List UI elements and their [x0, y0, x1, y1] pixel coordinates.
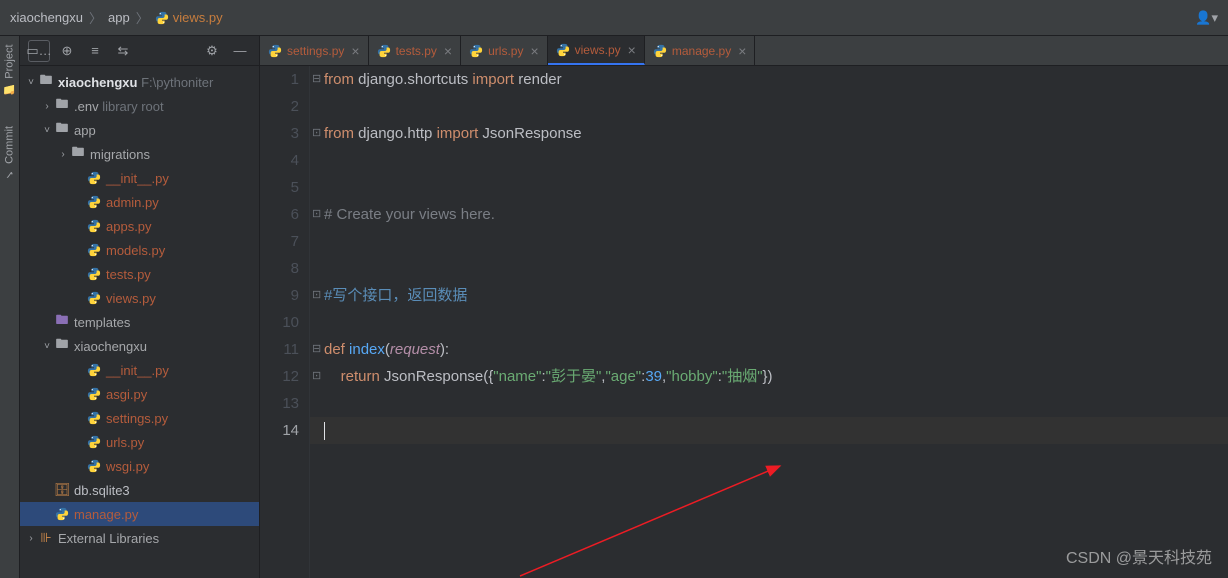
tree-item[interactable]: __init__.py: [20, 358, 259, 382]
editor-tab[interactable]: settings.py×: [260, 36, 369, 65]
python-icon: [155, 11, 169, 25]
code-line[interactable]: ⊟def index(request):: [310, 336, 1228, 363]
tree-item[interactable]: models.py: [20, 238, 259, 262]
tree-item[interactable]: manage.py: [20, 502, 259, 526]
project-tab[interactable]: 📁Project: [3, 44, 16, 96]
tree-item[interactable]: ˅🖿app: [20, 118, 259, 142]
editor-tabs[interactable]: settings.py×tests.py×urls.py×views.py×ma…: [260, 36, 1228, 66]
close-icon[interactable]: ×: [530, 43, 538, 59]
user-menu-icon[interactable]: 👤▾: [1195, 10, 1218, 26]
tree-item[interactable]: admin.py: [20, 190, 259, 214]
expand-all-icon[interactable]: ≡: [84, 40, 106, 62]
code-editor[interactable]: 1234567891011121314 ⊟from django.shortcu…: [260, 66, 1228, 578]
code-line[interactable]: ⊡# Create your views here.: [310, 201, 1228, 228]
tree-item[interactable]: ›🖿migrations: [20, 142, 259, 166]
line-gutter: 1234567891011121314: [260, 66, 310, 578]
tree-item[interactable]: 🗄db.sqlite3: [20, 478, 259, 502]
editor-tab[interactable]: views.py×: [548, 36, 645, 65]
code-line[interactable]: [310, 417, 1228, 444]
tool-window-bar: 📁Project ✓Commit: [0, 36, 20, 578]
editor-tab[interactable]: tests.py×: [369, 36, 462, 65]
editor-tab[interactable]: urls.py×: [461, 36, 548, 65]
breadcrumb[interactable]: xiaochengxu 〉 app 〉 views.py: [10, 8, 223, 27]
tree-item[interactable]: apps.py: [20, 214, 259, 238]
select-opened-file-icon[interactable]: ⊕: [56, 40, 78, 62]
tree-item[interactable]: views.py: [20, 286, 259, 310]
breadcrumb-file[interactable]: views.py: [155, 10, 223, 25]
code-line[interactable]: ⊡#写个接口，返回数据: [310, 282, 1228, 309]
tree-item[interactable]: ˅🖿xiaochengxu F:\pythoniter: [20, 70, 259, 94]
close-icon[interactable]: ×: [628, 42, 636, 58]
chevron-right-icon: 〉: [89, 8, 102, 27]
code-line[interactable]: ⊡ return JsonResponse({"name":"彭于晏","age…: [310, 363, 1228, 390]
project-view-button[interactable]: ▭…: [28, 40, 50, 62]
project-toolbar: ▭… ⊕ ≡ ⇆ ⚙ —: [20, 36, 259, 66]
code-line[interactable]: ⊡from django.http import JsonResponse: [310, 120, 1228, 147]
tree-item[interactable]: ˅🖿xiaochengxu: [20, 334, 259, 358]
code-line[interactable]: [310, 309, 1228, 336]
tree-item[interactable]: 🖿templates: [20, 310, 259, 334]
chevron-right-icon: 〉: [136, 8, 149, 27]
tree-item[interactable]: urls.py: [20, 430, 259, 454]
code-line[interactable]: [310, 228, 1228, 255]
code-line[interactable]: ⊟from django.shortcuts import render: [310, 66, 1228, 93]
tree-item[interactable]: ›🖿.env library root: [20, 94, 259, 118]
editor-area: settings.py×tests.py×urls.py×views.py×ma…: [260, 36, 1228, 578]
project-tree[interactable]: ˅🖿xiaochengxu F:\pythoniter›🖿.env librar…: [20, 66, 259, 578]
close-icon[interactable]: ×: [444, 43, 452, 59]
tree-item[interactable]: wsgi.py: [20, 454, 259, 478]
project-panel: ▭… ⊕ ≡ ⇆ ⚙ — ˅🖿xiaochengxu F:\pythoniter…: [20, 36, 260, 578]
code-line[interactable]: [310, 255, 1228, 282]
tree-item[interactable]: settings.py: [20, 406, 259, 430]
tree-item[interactable]: ›⊪External Libraries: [20, 526, 259, 550]
close-icon[interactable]: ×: [351, 43, 359, 59]
breadcrumb-bar: xiaochengxu 〉 app 〉 views.py 👤▾: [0, 0, 1228, 36]
code-line[interactable]: [310, 93, 1228, 120]
watermark: CSDN @景天科技苑: [1066, 544, 1212, 568]
commit-tab[interactable]: ✓Commit: [3, 126, 16, 181]
code-lines[interactable]: ⊟from django.shortcuts import render ⊡fr…: [310, 66, 1228, 578]
code-line[interactable]: [310, 174, 1228, 201]
collapse-all-icon[interactable]: ⇆: [112, 40, 134, 62]
editor-tab[interactable]: manage.py×: [645, 36, 756, 65]
tree-item[interactable]: tests.py: [20, 262, 259, 286]
code-line[interactable]: [310, 390, 1228, 417]
tree-item[interactable]: __init__.py: [20, 166, 259, 190]
close-icon[interactable]: ×: [738, 43, 746, 59]
tree-item[interactable]: asgi.py: [20, 382, 259, 406]
settings-icon[interactable]: ⚙: [201, 40, 223, 62]
breadcrumb-project[interactable]: xiaochengxu: [10, 10, 83, 25]
annotation-arrow-icon: [510, 456, 790, 578]
code-line[interactable]: [310, 147, 1228, 174]
breadcrumb-folder[interactable]: app: [108, 10, 130, 25]
hide-icon[interactable]: —: [229, 40, 251, 62]
